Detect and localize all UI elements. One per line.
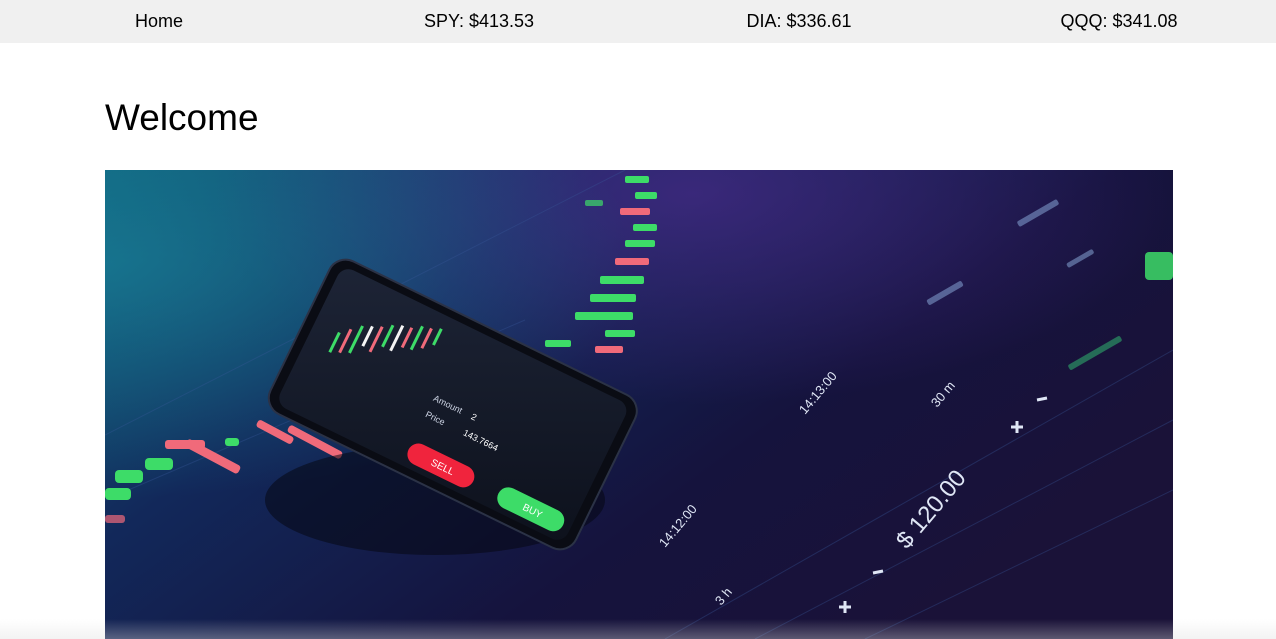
ticker-spy: SPY: $413.53: [423, 11, 535, 31]
nav-home-link[interactable]: Home: [135, 0, 183, 43]
hero-image: Amount 2 Price 143.7664 SELL BUY 14:13:0…: [105, 170, 1173, 639]
ticker-qqq: QQQ: $341.08: [1060, 11, 1178, 31]
page-title: Welcome: [105, 97, 259, 138]
hero-trading-illustration: Amount 2 Price 143.7664 SELL BUY 14:13:0…: [105, 170, 1173, 639]
top-navbar: Home SPY: $413.53 DIA: $336.61 QQQ: $341…: [0, 0, 1276, 43]
ticker-dia: DIA: $336.61: [746, 11, 852, 31]
